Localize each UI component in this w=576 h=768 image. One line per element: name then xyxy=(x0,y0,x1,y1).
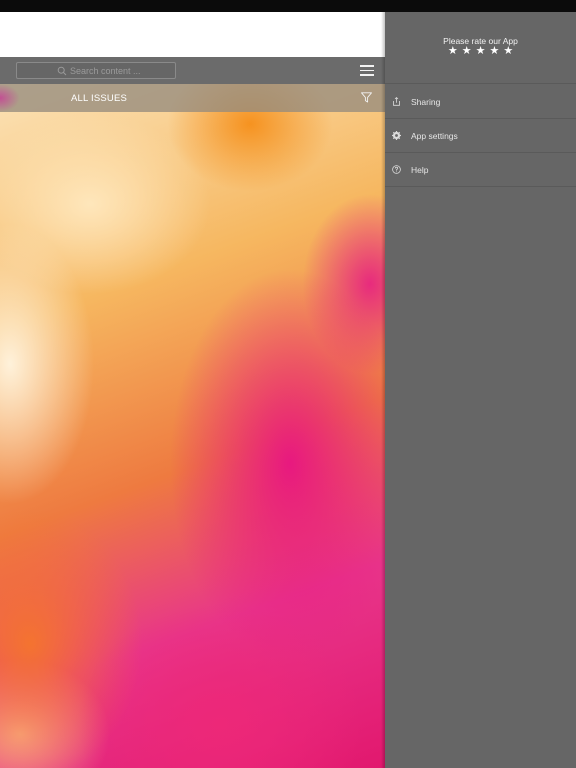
menu-item-label: Sharing xyxy=(411,97,441,107)
issue-cover-artwork[interactable] xyxy=(0,84,385,768)
rate-app-section: Please rate our App ★ ★ ★ ★ ★ xyxy=(385,12,576,84)
share-icon xyxy=(393,97,400,106)
rating-stars: ★ ★ ★ ★ ★ xyxy=(385,45,576,58)
star-icon[interactable]: ★ xyxy=(448,45,458,58)
cover-edge xyxy=(0,84,20,112)
main-content: ALL ISSUES xyxy=(0,12,385,768)
filter-icon[interactable] xyxy=(361,92,372,103)
gear-icon xyxy=(392,131,401,140)
side-menu: Please rate our App ★ ★ ★ ★ ★ Sharing Ap… xyxy=(385,12,576,768)
menu-item-app-settings[interactable]: App settings xyxy=(385,119,576,153)
all-issues-label[interactable]: ALL ISSUES xyxy=(71,93,127,104)
menu-item-label: App settings xyxy=(411,131,458,141)
menu-item-sharing[interactable]: Sharing xyxy=(385,85,576,119)
search-input[interactable] xyxy=(70,65,180,76)
star-icon[interactable]: ★ xyxy=(476,45,486,58)
star-icon[interactable]: ★ xyxy=(489,45,499,58)
menu-item-help[interactable]: Help xyxy=(385,153,576,187)
hamburger-menu-icon[interactable] xyxy=(360,65,374,76)
status-bar xyxy=(0,0,576,12)
header-area xyxy=(0,12,385,57)
toolbar xyxy=(0,57,385,84)
search-icon xyxy=(57,66,67,76)
filter-bar: ALL ISSUES xyxy=(0,84,385,112)
help-icon xyxy=(392,165,401,174)
star-icon[interactable]: ★ xyxy=(503,45,513,58)
star-icon[interactable]: ★ xyxy=(462,45,472,58)
search-box[interactable] xyxy=(16,62,180,79)
menu-item-label: Help xyxy=(411,165,429,175)
